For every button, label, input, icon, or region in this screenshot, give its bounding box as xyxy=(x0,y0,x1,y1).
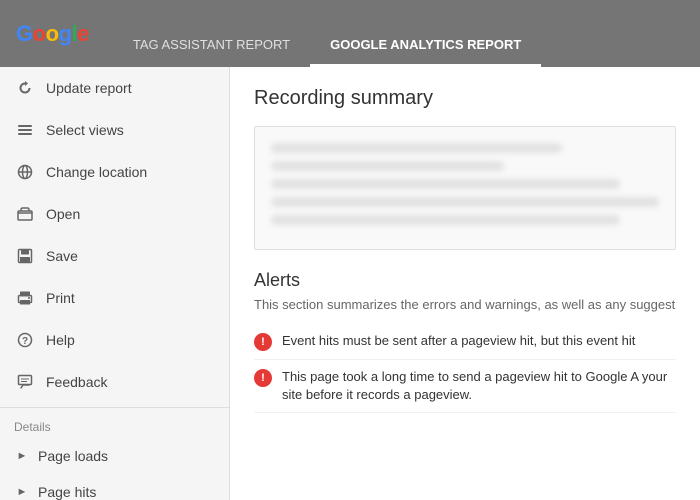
blurred-line-4 xyxy=(271,197,659,207)
alerts-section: Alerts This section summarizes the error… xyxy=(254,270,676,413)
page-hits-label: Page hits xyxy=(38,484,96,500)
sidebar-item-update-report[interactable]: Update report xyxy=(0,67,229,109)
page-loads-label: Page loads xyxy=(38,448,108,464)
alert-item-2: ! This page took a long time to send a p… xyxy=(254,360,676,413)
print-icon xyxy=(14,287,36,309)
sidebar-item-print[interactable]: Print xyxy=(0,277,229,319)
sidebar: Update report Select views Change lo xyxy=(0,67,230,500)
sidebar-item-select-views[interactable]: Select views xyxy=(0,109,229,151)
recording-summary-box xyxy=(254,126,676,250)
sidebar-label-select-views: Select views xyxy=(46,122,124,138)
sidebar-label-open: Open xyxy=(46,206,80,222)
sidebar-item-page-loads[interactable]: ► Page loads xyxy=(0,438,229,474)
google-logo: Google xyxy=(16,21,89,47)
alert-text-2: This page took a long time to send a pag… xyxy=(282,368,676,404)
logo-text: Google xyxy=(16,21,89,47)
layout: Update report Select views Change lo xyxy=(0,67,700,500)
chevron-right-icon: ► xyxy=(14,448,30,464)
main-content: Recording summary Alerts This section su… xyxy=(230,67,700,500)
svg-text:?: ? xyxy=(22,336,28,347)
sidebar-label-update-report: Update report xyxy=(46,80,132,96)
tab-tag-assistant[interactable]: TAG ASSISTANT REPORT xyxy=(113,0,310,67)
alerts-title: Alerts xyxy=(254,270,676,291)
tab-google-analytics[interactable]: GOOGLE ANALYTICS REPORT xyxy=(310,0,541,67)
open-icon xyxy=(14,203,36,225)
sidebar-label-help: Help xyxy=(46,332,75,348)
alert-error-icon-1: ! xyxy=(254,333,272,351)
save-icon xyxy=(14,245,36,267)
sidebar-label-change-location: Change location xyxy=(46,164,147,180)
nav-tabs: TAG ASSISTANT REPORT GOOGLE ANALYTICS RE… xyxy=(113,0,541,67)
sidebar-item-change-location[interactable]: Change location xyxy=(0,151,229,193)
blurred-line-5 xyxy=(271,215,620,225)
alert-text-1: Event hits must be sent after a pageview… xyxy=(282,332,676,350)
sidebar-item-page-hits[interactable]: ► Page hits xyxy=(0,474,229,500)
details-label: Details xyxy=(0,412,229,438)
blurred-line-3 xyxy=(271,179,620,189)
sidebar-item-help[interactable]: ? Help xyxy=(0,319,229,361)
sidebar-item-open[interactable]: Open xyxy=(0,193,229,235)
sidebar-item-feedback[interactable]: Feedback xyxy=(0,361,229,403)
blurred-line-2 xyxy=(271,161,504,171)
list-icon xyxy=(14,119,36,141)
sidebar-divider xyxy=(0,407,229,408)
alerts-description: This section summarizes the errors and w… xyxy=(254,297,676,312)
blurred-line-1 xyxy=(271,143,562,153)
help-icon: ? xyxy=(14,329,36,351)
sidebar-label-save: Save xyxy=(46,248,78,264)
alert-error-icon-2: ! xyxy=(254,369,272,387)
sidebar-label-feedback: Feedback xyxy=(46,374,107,390)
feedback-icon xyxy=(14,371,36,393)
globe-icon xyxy=(14,161,36,183)
sidebar-label-print: Print xyxy=(46,290,75,306)
recording-summary-title: Recording summary xyxy=(254,87,676,110)
alert-item-1: ! Event hits must be sent after a pagevi… xyxy=(254,324,676,360)
sidebar-item-save[interactable]: Save xyxy=(0,235,229,277)
header: Google TAG ASSISTANT REPORT GOOGLE ANALY… xyxy=(0,0,700,67)
refresh-icon xyxy=(14,77,36,99)
chevron-right-icon: ► xyxy=(14,484,30,500)
